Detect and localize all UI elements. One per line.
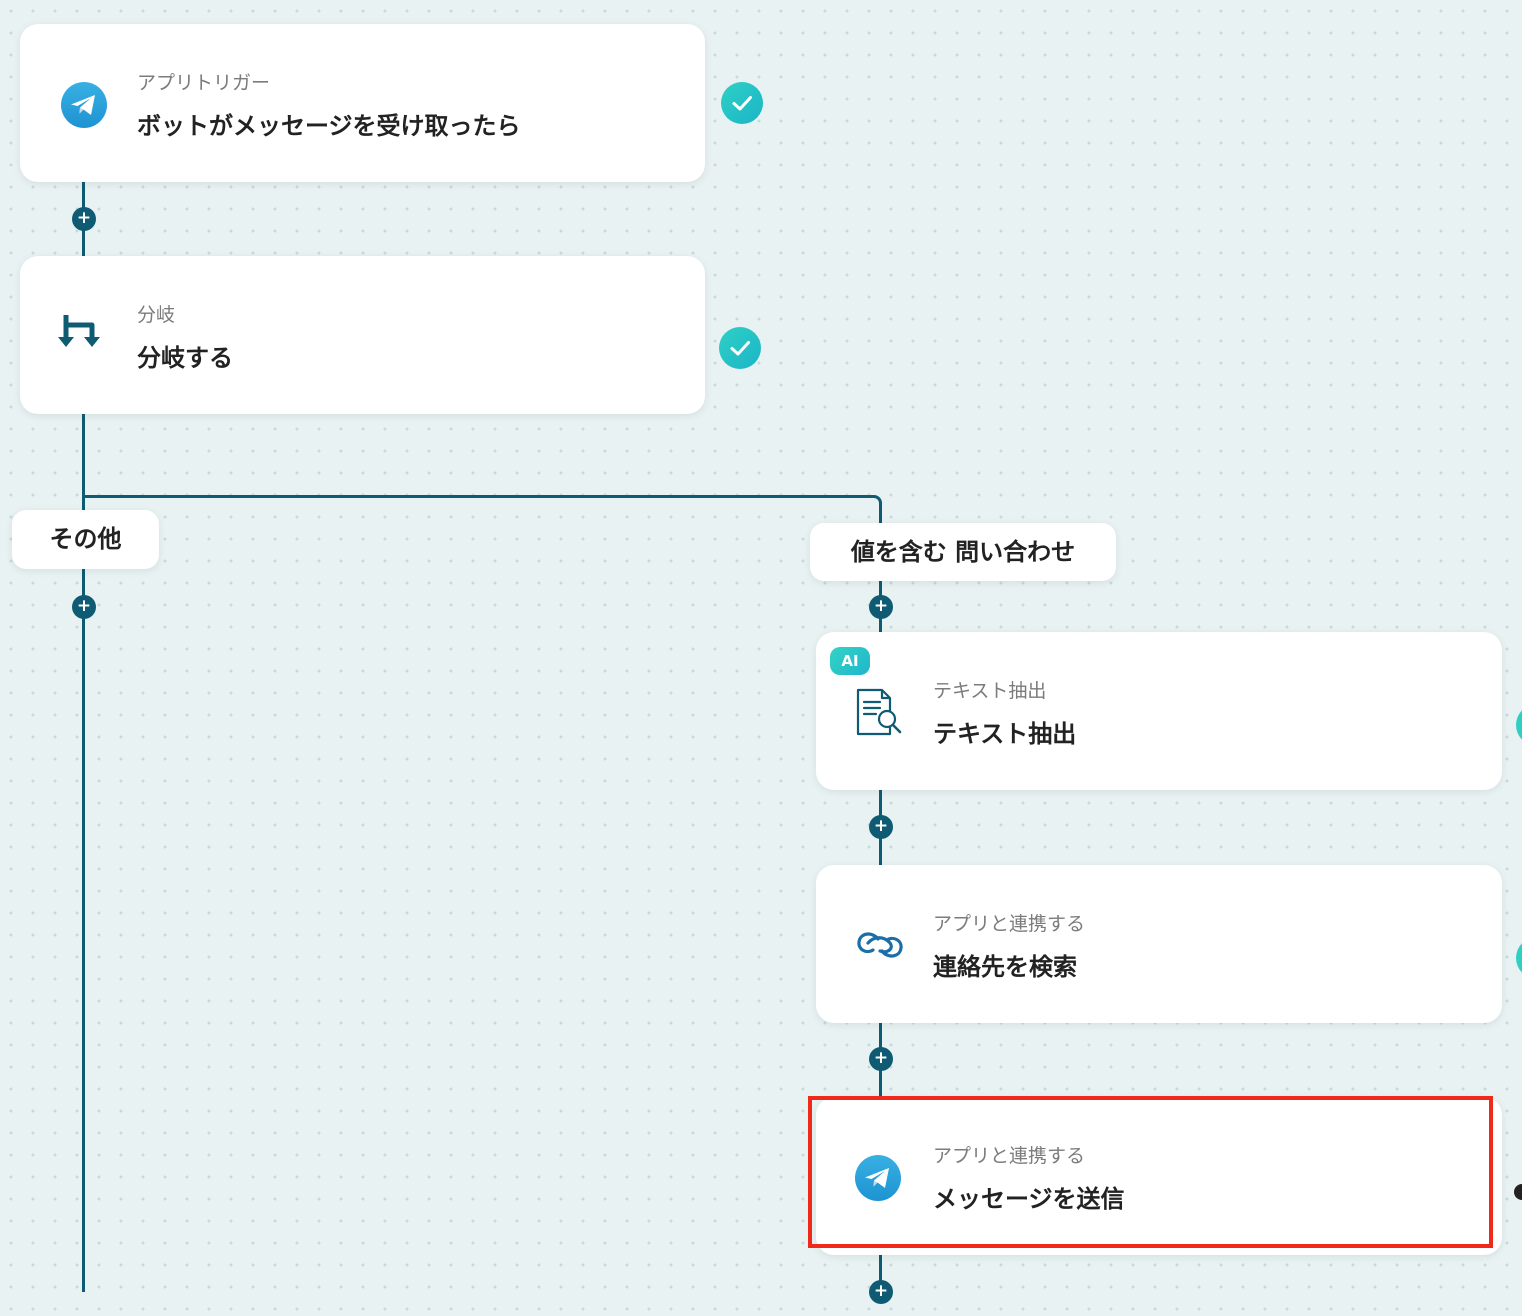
zoho-crm-icon [854,919,906,971]
branch-step-title: 分岐する [137,344,233,372]
add-step-button[interactable]: + [869,815,893,839]
search-contact-step-card[interactable]: アプリと連携する 連絡先を検索 [816,865,1502,1023]
document-search-icon [852,686,904,738]
add-step-button[interactable]: + [869,1280,893,1304]
status-indicator [1516,704,1522,746]
check-icon [732,96,752,111]
trigger-step-card[interactable]: アプリトリガー ボットがメッセージを受け取ったら [20,24,705,182]
connector-line-split [82,495,872,498]
search-contact-step-subtitle: アプリと連携する [933,913,1086,935]
send-message-step-subtitle: アプリと連携する [933,1145,1086,1167]
branch-step-subtitle: 分岐 [137,304,176,326]
add-step-button-match-branch[interactable]: + [869,595,893,619]
trigger-status-check [721,82,763,124]
search-contact-step-title: 連絡先を検索 [933,953,1077,981]
branch-status-check [719,327,761,369]
status-indicator [1516,937,1522,979]
trigger-step-title: ボットがメッセージを受け取ったら [137,112,521,140]
send-message-step-title: メッセージを送信 [933,1185,1125,1213]
text-extraction-step-card[interactable]: テキスト抽出 テキスト抽出 [816,632,1502,790]
edge-fragment-icon [1514,1184,1522,1200]
trigger-step-subtitle: アプリトリガー [137,72,271,94]
check-icon [730,341,750,356]
branch-label-match[interactable]: 値を含む 問い合わせ [810,523,1116,581]
text-extraction-step-title: テキスト抽出 [933,720,1077,748]
branch-step-card[interactable]: 分岐 分岐する [20,256,705,414]
text-extraction-step-subtitle: テキスト抽出 [933,680,1047,702]
add-step-button[interactable]: + [869,1047,893,1071]
telegram-icon [58,79,110,131]
send-message-step-card[interactable]: アプリと連携する メッセージを送信 [816,1097,1502,1255]
telegram-icon [852,1152,904,1204]
branch-icon [58,311,110,363]
add-step-button-other-branch[interactable]: + [72,595,96,619]
ai-badge: AI [830,647,870,675]
branch-label-other[interactable]: その他 [12,510,159,569]
add-step-button[interactable]: + [72,207,96,231]
